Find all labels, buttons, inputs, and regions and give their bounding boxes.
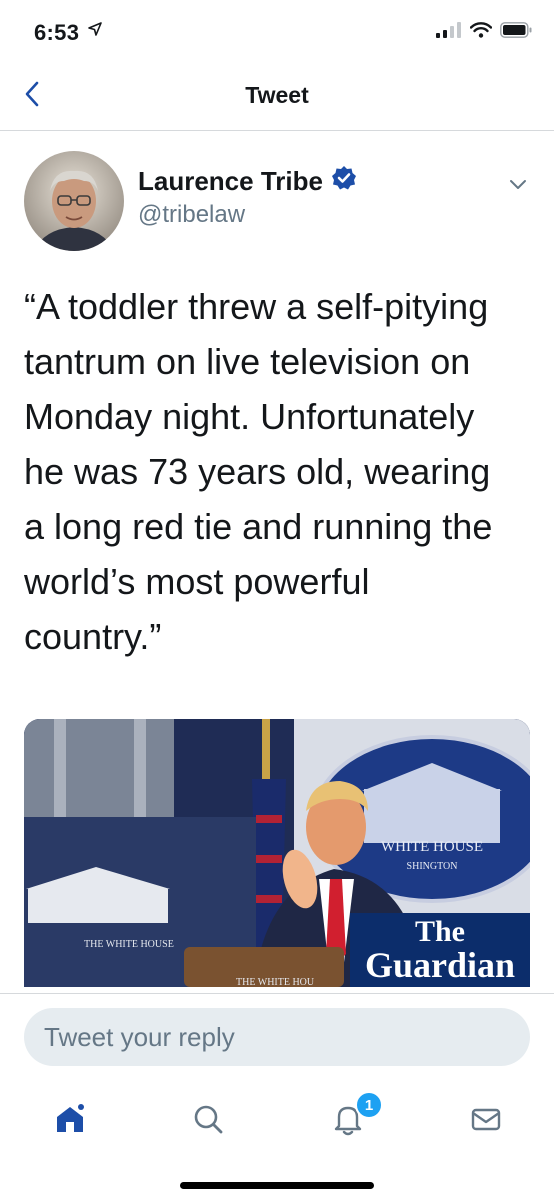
tweet-text-line: he was 73 years old, wearing [24,451,491,492]
author-name-text: Laurence Tribe [138,166,323,196]
guardian-logo: The Guardian [350,913,530,987]
wifi-icon [469,22,493,43]
tweet-text-line: Monday night. Unfortunately [24,396,475,437]
tweet-text-line: tantrum on live television on [24,341,471,382]
chevron-down-icon [509,178,527,196]
home-indicator [180,1182,374,1189]
tweet-options-button[interactable] [504,173,532,201]
lectern-text: THE WHITE HOU [236,977,315,987]
tweet-text-line: world’s most powerful [24,561,370,602]
messages-icon [469,1102,503,1141]
navigation-bar: Tweet [0,62,554,131]
tab-home[interactable] [46,1097,94,1145]
status-bar: 6:53 [0,0,554,62]
tab-search[interactable] [184,1097,232,1145]
battery-icon [500,22,532,43]
home-icon [53,1102,87,1141]
tweet-media-image[interactable]: WHITE HOUSE SHINGTON THE WHITE HOUSE THE… [24,719,530,987]
status-icons [436,22,532,43]
reply-bar: Tweet your reply [0,993,554,1084]
location-arrow-icon [88,22,102,41]
guardian-logo-the: The [414,915,465,948]
signal-icon [436,22,462,43]
tweet-text-line: a long red tie and running the [24,506,493,547]
status-time: 6:53 [34,20,80,45]
author-handle[interactable]: @tribelaw [138,201,245,229]
tweet-text: “A toddler threw a self-pitying tantrum … [24,279,534,664]
page-title: Tweet [245,82,309,108]
seal-text: WHITE HOUSE [381,839,483,855]
author-name[interactable]: Laurence Tribe [138,165,357,198]
avatar[interactable] [24,151,124,251]
search-icon [191,1102,225,1141]
verified-badge-icon [331,165,357,198]
guardian-logo-name: Guardian [364,945,516,985]
tweet-text-line: country.” [24,616,162,657]
notifications-badge: 1 [355,1091,383,1119]
podium-text: THE WHITE HOUSE [84,939,174,950]
tab-messages[interactable] [462,1097,510,1145]
seal-subtext: SHINGTON [407,861,458,872]
reply-input[interactable]: Tweet your reply [24,1008,530,1066]
tweet-text-line: “A toddler threw a self-pitying [24,286,489,327]
